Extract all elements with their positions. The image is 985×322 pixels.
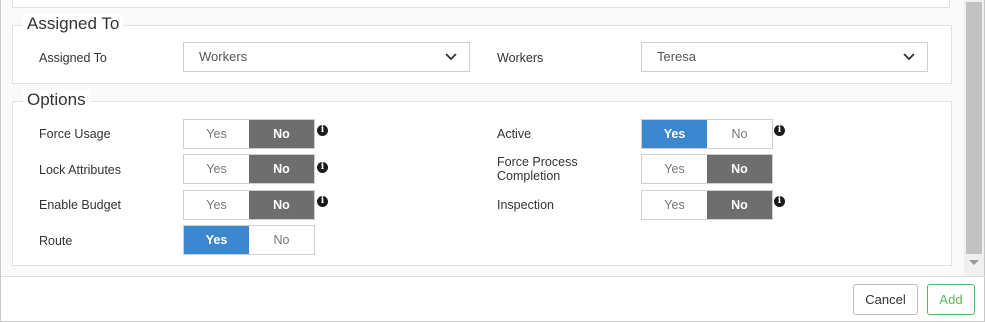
lock-attributes-toggle: Yes No bbox=[183, 154, 315, 184]
assigned-to-title: Assigned To bbox=[23, 14, 124, 34]
enable-budget-yes-option[interactable]: Yes bbox=[184, 191, 249, 219]
workers-select[interactable]: Teresa bbox=[641, 42, 928, 72]
inspection-label: Inspection bbox=[497, 198, 554, 212]
lock-attributes-yes-option[interactable]: Yes bbox=[184, 155, 249, 183]
force-usage-no-option[interactable]: No bbox=[249, 120, 314, 148]
scrollbar-thumb[interactable] bbox=[966, 2, 982, 254]
cancel-button[interactable]: Cancel bbox=[853, 284, 918, 315]
enable-budget-toggle: Yes No bbox=[183, 190, 315, 220]
force-usage-yes-option[interactable]: Yes bbox=[184, 120, 249, 148]
info-icon[interactable]: i bbox=[774, 125, 785, 136]
active-label: Active bbox=[497, 127, 532, 141]
info-icon[interactable]: i bbox=[317, 125, 328, 136]
route-no-option[interactable]: No bbox=[249, 226, 314, 254]
active-yes-option[interactable]: Yes bbox=[642, 120, 707, 148]
scroll-area: Assigned To Assigned To Workers Workers … bbox=[2, 0, 964, 276]
enable-budget-no-option[interactable]: No bbox=[249, 191, 314, 219]
options-section: Options Force Usage Yes No i Lock Attrib… bbox=[12, 90, 952, 266]
force-process-completion-yes-option[interactable]: Yes bbox=[642, 155, 707, 183]
chevron-down-icon bbox=[903, 53, 915, 61]
route-label: Route bbox=[39, 234, 73, 248]
chevron-down-icon bbox=[445, 53, 457, 61]
previous-section-edge bbox=[12, 0, 950, 8]
force-process-completion-line2: Completion bbox=[497, 169, 561, 183]
force-process-completion-label: Force Process Completion bbox=[497, 155, 578, 183]
info-icon[interactable]: i bbox=[317, 196, 328, 207]
add-button[interactable]: Add bbox=[927, 284, 975, 315]
route-yes-option[interactable]: Yes bbox=[184, 226, 249, 254]
force-process-completion-no-option[interactable]: No bbox=[707, 155, 772, 183]
workers-value: Teresa bbox=[657, 49, 697, 64]
scroll-down-arrow-icon[interactable] bbox=[969, 260, 979, 265]
active-toggle: Yes No bbox=[641, 119, 773, 149]
lock-attributes-label: Lock Attributes bbox=[39, 163, 121, 177]
force-process-completion-line1: Force Process bbox=[497, 155, 578, 169]
vertical-scrollbar[interactable] bbox=[964, 0, 984, 276]
assigned-to-label: Assigned To bbox=[39, 51, 107, 65]
route-toggle: Yes No bbox=[183, 225, 315, 255]
info-icon[interactable]: i bbox=[317, 162, 328, 173]
inspection-no-option[interactable]: No bbox=[707, 191, 772, 219]
dialog-frame: Assigned To Assigned To Workers Workers … bbox=[0, 0, 985, 322]
force-usage-toggle: Yes No bbox=[183, 119, 315, 149]
footer-divider bbox=[1, 276, 985, 277]
force-process-completion-toggle: Yes No bbox=[641, 154, 773, 184]
assigned-to-section: Assigned To Assigned To Workers Workers … bbox=[12, 14, 952, 84]
assigned-to-value: Workers bbox=[199, 49, 248, 64]
options-title: Options bbox=[23, 90, 90, 110]
active-no-option[interactable]: No bbox=[707, 120, 772, 148]
workers-label: Workers bbox=[497, 51, 544, 65]
force-usage-label: Force Usage bbox=[39, 127, 111, 141]
enable-budget-label: Enable Budget bbox=[39, 198, 122, 212]
info-icon[interactable]: i bbox=[774, 196, 785, 207]
inspection-yes-option[interactable]: Yes bbox=[642, 191, 707, 219]
lock-attributes-no-option[interactable]: No bbox=[249, 155, 314, 183]
inspection-toggle: Yes No bbox=[641, 190, 773, 220]
assigned-to-select[interactable]: Workers bbox=[183, 42, 470, 72]
